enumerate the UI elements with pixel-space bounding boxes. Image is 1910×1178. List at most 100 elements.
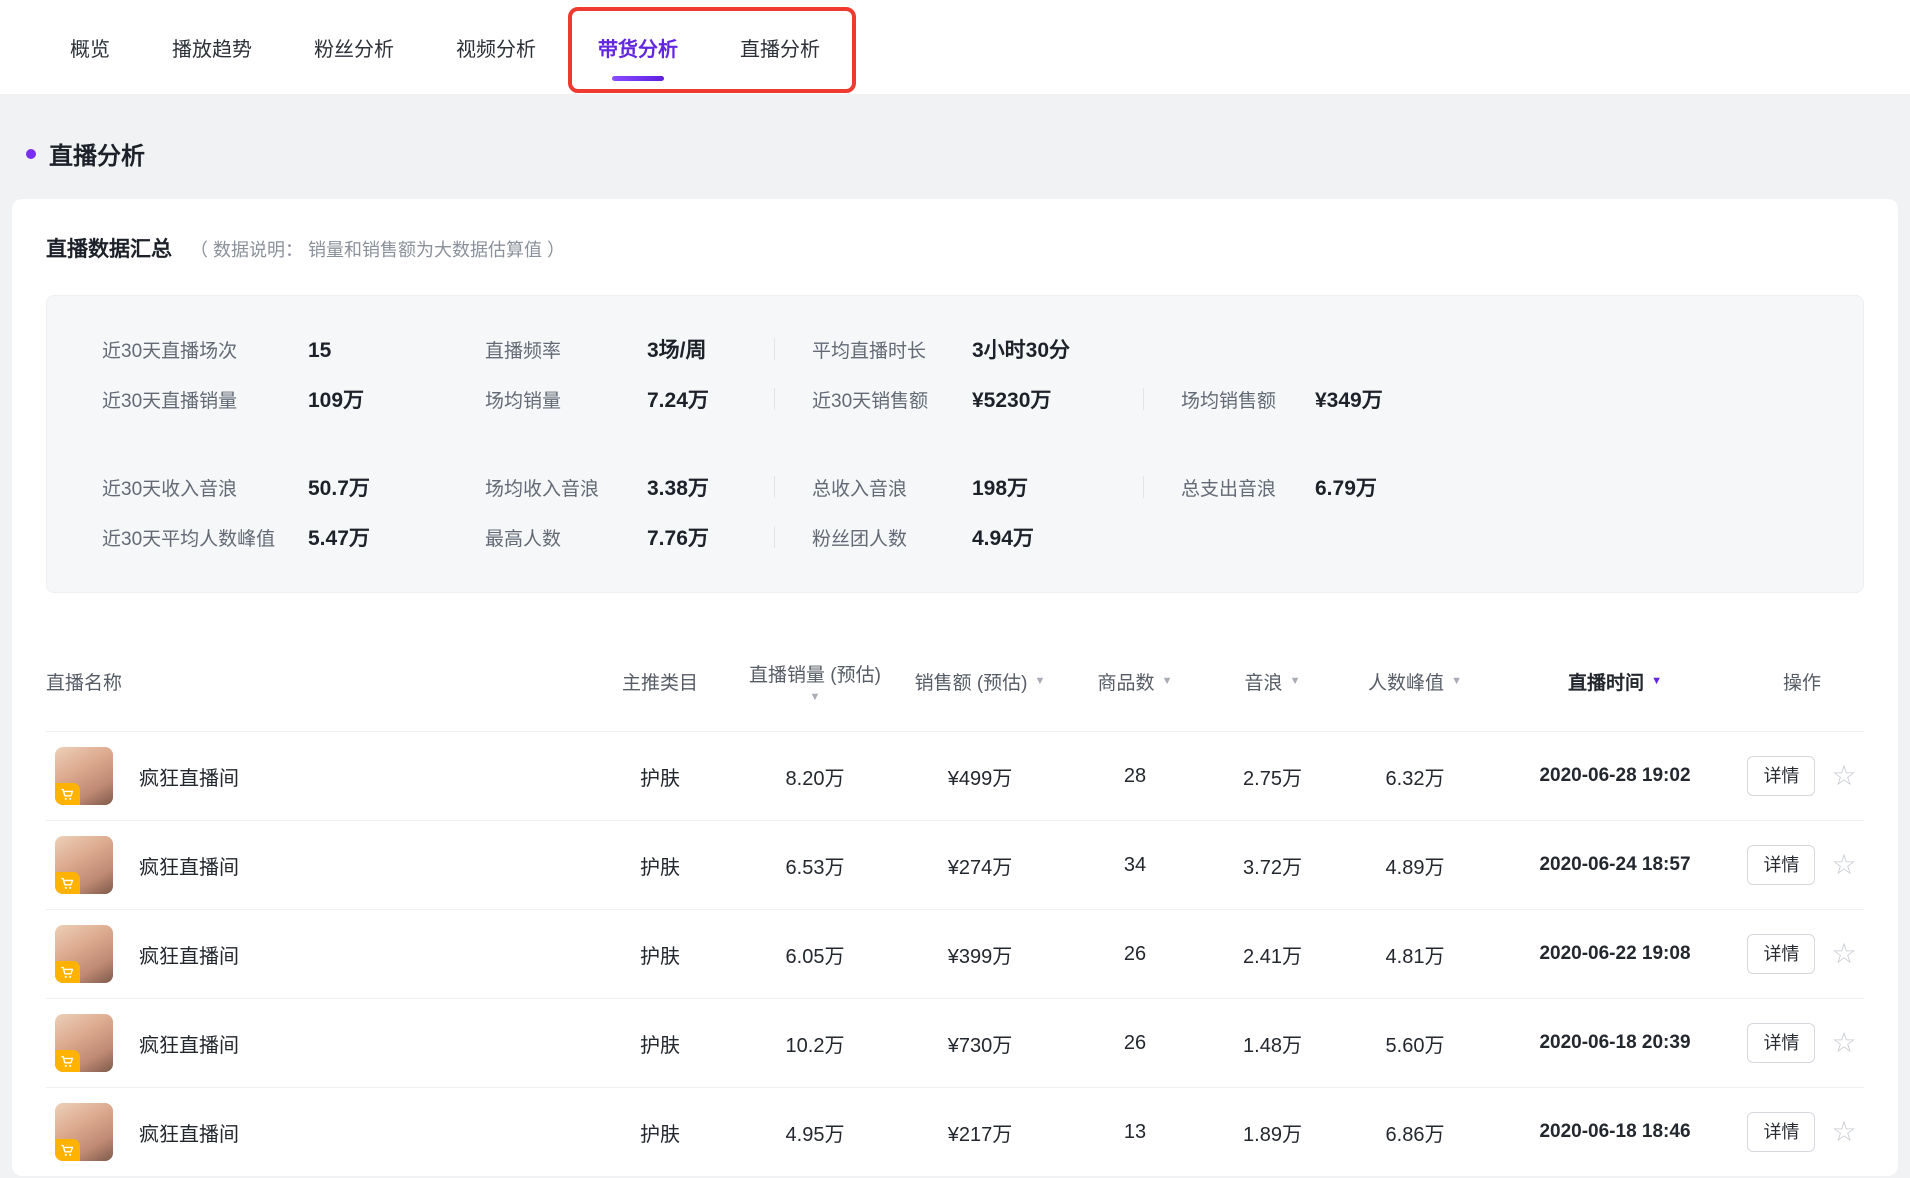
live-name-cell: 疯狂直播间 xyxy=(46,836,585,894)
shopping-cart-icon xyxy=(55,872,80,894)
stat-item: 近30天销售额 ¥5230万 xyxy=(812,384,1143,414)
table-header-row: 直播名称 主推类目 直播销量 (预估) ▼ 销售额 (预估) ▼ 商品数 ▼ 音浪 ▼ 人数峰值 ▼ 直… xyxy=(46,631,1864,731)
category-cell: 护肤 xyxy=(640,856,680,879)
sort-caret-icon[interactable]: ▼ xyxy=(1290,675,1301,687)
col-header-sound-wave[interactable]: 音浪 ▼ xyxy=(1205,668,1340,695)
sort-caret-icon[interactable]: ▼ xyxy=(1162,675,1173,687)
sort-caret-icon[interactable]: ▼ xyxy=(1451,675,1462,687)
sales-amount-cell: ¥499万 xyxy=(947,767,1013,790)
stat-divider xyxy=(774,388,775,410)
tab-overview[interactable]: 概览 xyxy=(70,0,110,94)
peak-viewers-cell: 5.60万 xyxy=(1385,1034,1445,1057)
stat-item: 最高人数 7.76万 xyxy=(485,522,774,552)
stat-label: 近30天平均人数峰值 xyxy=(102,529,276,550)
favorite-star-icon[interactable]: ☆ xyxy=(1831,1029,1856,1057)
sound-wave-cell: 2.75万 xyxy=(1243,767,1302,790)
sort-caret-icon[interactable]: ▼ xyxy=(810,691,821,703)
sort-caret-icon[interactable]: ▼ xyxy=(1035,675,1046,687)
live-room-avatar xyxy=(55,1014,113,1072)
stat-value: 7.24万 xyxy=(647,389,709,412)
stat-item: 总收入音浪 198万 xyxy=(812,472,1143,502)
sales-volume-cell: 6.53万 xyxy=(785,856,845,879)
tab-video-analysis[interactable]: 视频分析 xyxy=(456,0,536,94)
detail-button[interactable]: 详情 xyxy=(1747,934,1816,974)
tab-sales-analysis[interactable]: 带货分析 xyxy=(598,0,678,94)
live-room-name: 疯狂直播间 xyxy=(139,945,239,968)
stat-item: 近30天收入音浪 50.7万 xyxy=(102,472,485,502)
live-room-name: 疯狂直播间 xyxy=(139,767,239,790)
col-header-label: 销售额 (预估) xyxy=(914,672,1028,694)
col-header-product-count[interactable]: 商品数 ▼ xyxy=(1065,668,1205,695)
col-header-label: 直播时间 xyxy=(1568,672,1645,694)
stat-value: 3小时30分 xyxy=(972,339,1071,362)
tab-fans-analysis[interactable]: 粉丝分析 xyxy=(314,0,394,94)
col-header-label: 主推类目 xyxy=(621,672,698,694)
stat-item: 直播频率 3场/周 xyxy=(485,334,774,364)
detail-button[interactable]: 详情 xyxy=(1747,1112,1816,1152)
favorite-star-icon[interactable]: ☆ xyxy=(1831,940,1856,968)
stat-item: 粉丝团人数 4.94万 xyxy=(812,522,1143,552)
col-header-peak-viewers[interactable]: 人数峰值 ▼ xyxy=(1340,668,1490,695)
stat-divider xyxy=(774,476,775,498)
live-table-row: 疯狂直播间 护肤 6.53万 ¥274万 34 3.72万 4.89万 2020-06-24 … xyxy=(46,820,1864,909)
live-room-avatar xyxy=(55,836,113,894)
col-header-label: 直播名称 xyxy=(46,672,123,694)
category-cell: 护肤 xyxy=(640,1034,680,1057)
sales-amount-cell: ¥274万 xyxy=(947,856,1013,879)
stat-value: 109万 xyxy=(308,389,365,412)
stat-label: 近30天销售额 xyxy=(812,391,929,412)
actions-cell: 详情 ☆ xyxy=(1740,1112,1864,1152)
sales-volume-cell: 8.20万 xyxy=(785,767,845,790)
detail-button[interactable]: 详情 xyxy=(1747,756,1816,796)
col-header-live-time[interactable]: 直播时间 ▼ xyxy=(1490,668,1740,695)
stat-divider xyxy=(1143,388,1144,410)
peak-viewers-cell: 4.81万 xyxy=(1385,945,1445,968)
stats-row: 近30天直播场次 15 直播频率 3场/周 平均直播时长 3小时30分 xyxy=(47,324,1863,374)
col-header-sales-volume[interactable]: 直播销量 (预估) ▼ xyxy=(735,660,895,703)
tab-play-trend[interactable]: 播放趋势 xyxy=(172,0,252,94)
actions-cell: 详情 ☆ xyxy=(1740,845,1864,885)
stat-value: 5.47万 xyxy=(308,527,370,550)
live-time-cell: 2020-06-18 20:39 xyxy=(1539,1032,1691,1053)
favorite-star-icon[interactable]: ☆ xyxy=(1831,1118,1856,1146)
favorite-star-icon[interactable]: ☆ xyxy=(1831,762,1856,790)
summary-header: 直播数据汇总 （ 数据说明： 销量和销售额为大数据估算值 ） xyxy=(46,233,1864,263)
tab-live-analysis[interactable]: 直播分析 xyxy=(740,0,820,94)
col-header-label: 操作 xyxy=(1782,672,1821,694)
sort-caret-icon[interactable]: ▼ xyxy=(1651,675,1662,687)
sales-amount-cell: ¥730万 xyxy=(947,1034,1013,1057)
live-room-avatar xyxy=(55,747,113,805)
stat-item: 场均销售额 ¥349万 xyxy=(1181,384,1481,414)
live-name-cell: 疯狂直播间 xyxy=(46,1103,585,1161)
stat-value: 50.7万 xyxy=(308,477,370,500)
col-header-sales-amount[interactable]: 销售额 (预估) ▼ xyxy=(895,668,1065,695)
live-name-cell: 疯狂直播间 xyxy=(46,747,585,805)
stat-label: 直播频率 xyxy=(485,341,562,362)
live-table-row: 疯狂直播间 护肤 10.2万 ¥730万 26 1.48万 5.60万 2020-06-18 … xyxy=(46,998,1864,1087)
stat-divider xyxy=(1143,476,1144,498)
table-body: 疯狂直播间 护肤 8.20万 ¥499万 28 2.75万 6.32万 2020-06-28 … xyxy=(46,731,1864,1176)
detail-button[interactable]: 详情 xyxy=(1747,1023,1816,1063)
col-header-actions: 操作 xyxy=(1740,668,1864,695)
live-room-avatar xyxy=(55,1103,113,1161)
stat-item: 近30天平均人数峰值 5.47万 xyxy=(102,522,485,552)
stat-label: 粉丝团人数 xyxy=(812,529,908,550)
live-table-row: 疯狂直播间 护肤 4.95万 ¥217万 13 1.89万 6.86万 2020-06-18 … xyxy=(46,1087,1864,1176)
favorite-star-icon[interactable]: ☆ xyxy=(1831,851,1856,879)
actions-cell: 详情 ☆ xyxy=(1740,934,1864,974)
stat-divider xyxy=(774,338,775,360)
section-header: 直播分析 xyxy=(26,136,1910,171)
category-cell: 护肤 xyxy=(640,1123,680,1146)
stat-label: 近30天直播销量 xyxy=(102,391,238,412)
stat-label: 近30天收入音浪 xyxy=(102,479,238,500)
live-analysis-card: 直播数据汇总 （ 数据说明： 销量和销售额为大数据估算值 ） 近30天直播场次 1… xyxy=(12,199,1898,1176)
live-time-cell: 2020-06-28 19:02 xyxy=(1539,765,1691,786)
stat-item: 场均销量 7.24万 xyxy=(485,384,774,414)
stat-label: 场均销售额 xyxy=(1181,391,1277,412)
stat-value: 3.38万 xyxy=(647,477,709,500)
detail-button[interactable]: 详情 xyxy=(1747,845,1816,885)
tab-list: 概览 播放趋势 粉丝分析 视频分析 带货分析 直播分析 xyxy=(70,0,820,94)
stat-item: 平均直播时长 3小时30分 xyxy=(812,334,1143,364)
peak-viewers-cell: 4.89万 xyxy=(1385,856,1445,879)
stats-row: 近30天收入音浪 50.7万 场均收入音浪 3.38万 总收入音浪 198万 总支出音浪 6.… xyxy=(47,462,1863,512)
